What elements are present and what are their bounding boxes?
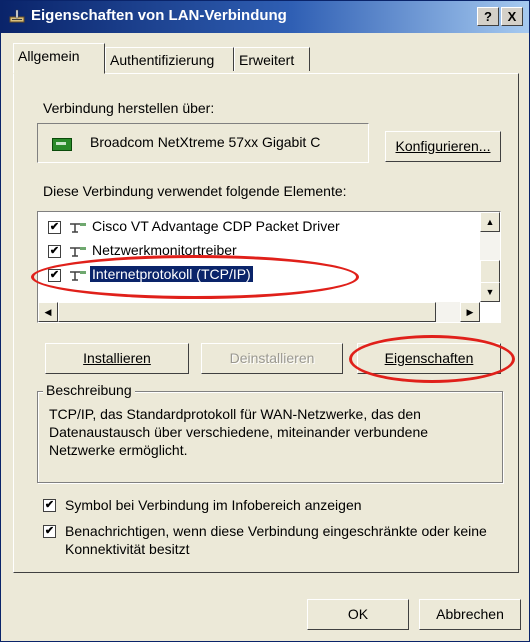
network-component-icon [70,223,86,233]
notify-checkbox[interactable]: ✔ [43,525,56,538]
components-listbox[interactable]: ✔ Cisco VT Advantage CDP Packet Driver ✔… [37,211,501,323]
show-icon-checkbox[interactable]: ✔ [43,499,56,512]
component-label-tcpip: Internetprotokoll (TCP/IP) [90,266,253,282]
network-component-icon [70,247,86,257]
checkbox-tcpip[interactable]: ✔ [48,269,61,282]
tab-erweitert[interactable]: Erweitert [234,47,310,71]
properties-button-label: Eigenschaften [384,350,474,366]
list-item[interactable]: ✔ Cisco VT Advantage CDP Packet Driver [48,217,472,241]
checkbox-cisco[interactable]: ✔ [48,221,61,234]
component-label-cisco: Cisco VT Advantage CDP Packet Driver [92,218,340,234]
properties-dialog: Eigenschaften von LAN-Verbindung ? X All… [0,0,530,642]
scroll-up-icon[interactable]: ▲ [480,212,500,232]
ok-button[interactable]: OK [307,599,409,630]
install-button[interactable]: Installieren [45,343,189,374]
uninstall-button[interactable]: Deinstallieren [201,343,343,374]
list-item-selected[interactable]: ✔ Internetprotokoll (TCP/IP) [48,265,472,289]
network-connection-icon [9,9,25,23]
horizontal-scroll-thumb[interactable] [58,302,436,322]
component-label-netzwerkmonitor: Netzwerkmonitortreiber [92,242,237,258]
notify-label: Benachrichtigen, wenn diese Verbindung e… [65,523,487,557]
ok-button-label: OK [347,606,369,622]
list-item[interactable]: ✔ Netzwerkmonitortreiber [48,241,472,265]
horizontal-scrollbar[interactable]: ◀ ▶ [38,302,480,322]
vertical-scrollbar[interactable]: ▲ ▼ [480,212,500,302]
vertical-scroll-thumb[interactable] [480,260,500,284]
checkbox-netzwerkmonitor[interactable]: ✔ [48,245,61,258]
tab-authentifizierung[interactable]: Authentifizierung [105,47,234,71]
install-button-label: Installieren [83,350,151,366]
cancel-button[interactable]: Abbrechen [419,599,521,630]
description-text: TCP/IP, das Standardprotokoll für WAN-Ne… [49,406,429,458]
help-button[interactable]: ? [477,7,499,26]
adapter-name: Broadcom NetXtreme 57xx Gigabit C [90,134,321,150]
network-component-icon [70,271,86,281]
tab-allgemein[interactable]: Allgemein [13,43,105,74]
scroll-right-icon[interactable]: ▶ [460,302,480,322]
properties-button[interactable]: Eigenschaften [357,343,501,374]
scroll-left-icon[interactable]: ◀ [38,302,58,322]
scroll-down-icon[interactable]: ▼ [480,282,500,302]
cancel-button-label: Abbrechen [436,606,504,622]
description-title: Beschreibung [43,382,135,398]
close-button[interactable]: X [501,7,523,26]
components-label: Diese Verbindung verwendet folgende Elem… [43,183,347,199]
window-title: Eigenschaften von LAN-Verbindung [31,7,287,24]
network-adapter-icon [52,138,72,151]
configure-button[interactable]: Konfigurieren... [385,131,501,162]
show-icon-label: Symbol bei Verbindung im Infobereich anz… [65,497,362,513]
adapter-field: Broadcom NetXtreme 57xx Gigabit C [37,123,369,163]
uninstall-button-label: Deinstallieren [229,350,315,366]
configure-button-label: Konfigurieren... [395,138,491,154]
title-bar[interactable]: Eigenschaften von LAN-Verbindung ? X [1,1,529,33]
connect-via-label: Verbindung herstellen über: [43,100,215,116]
